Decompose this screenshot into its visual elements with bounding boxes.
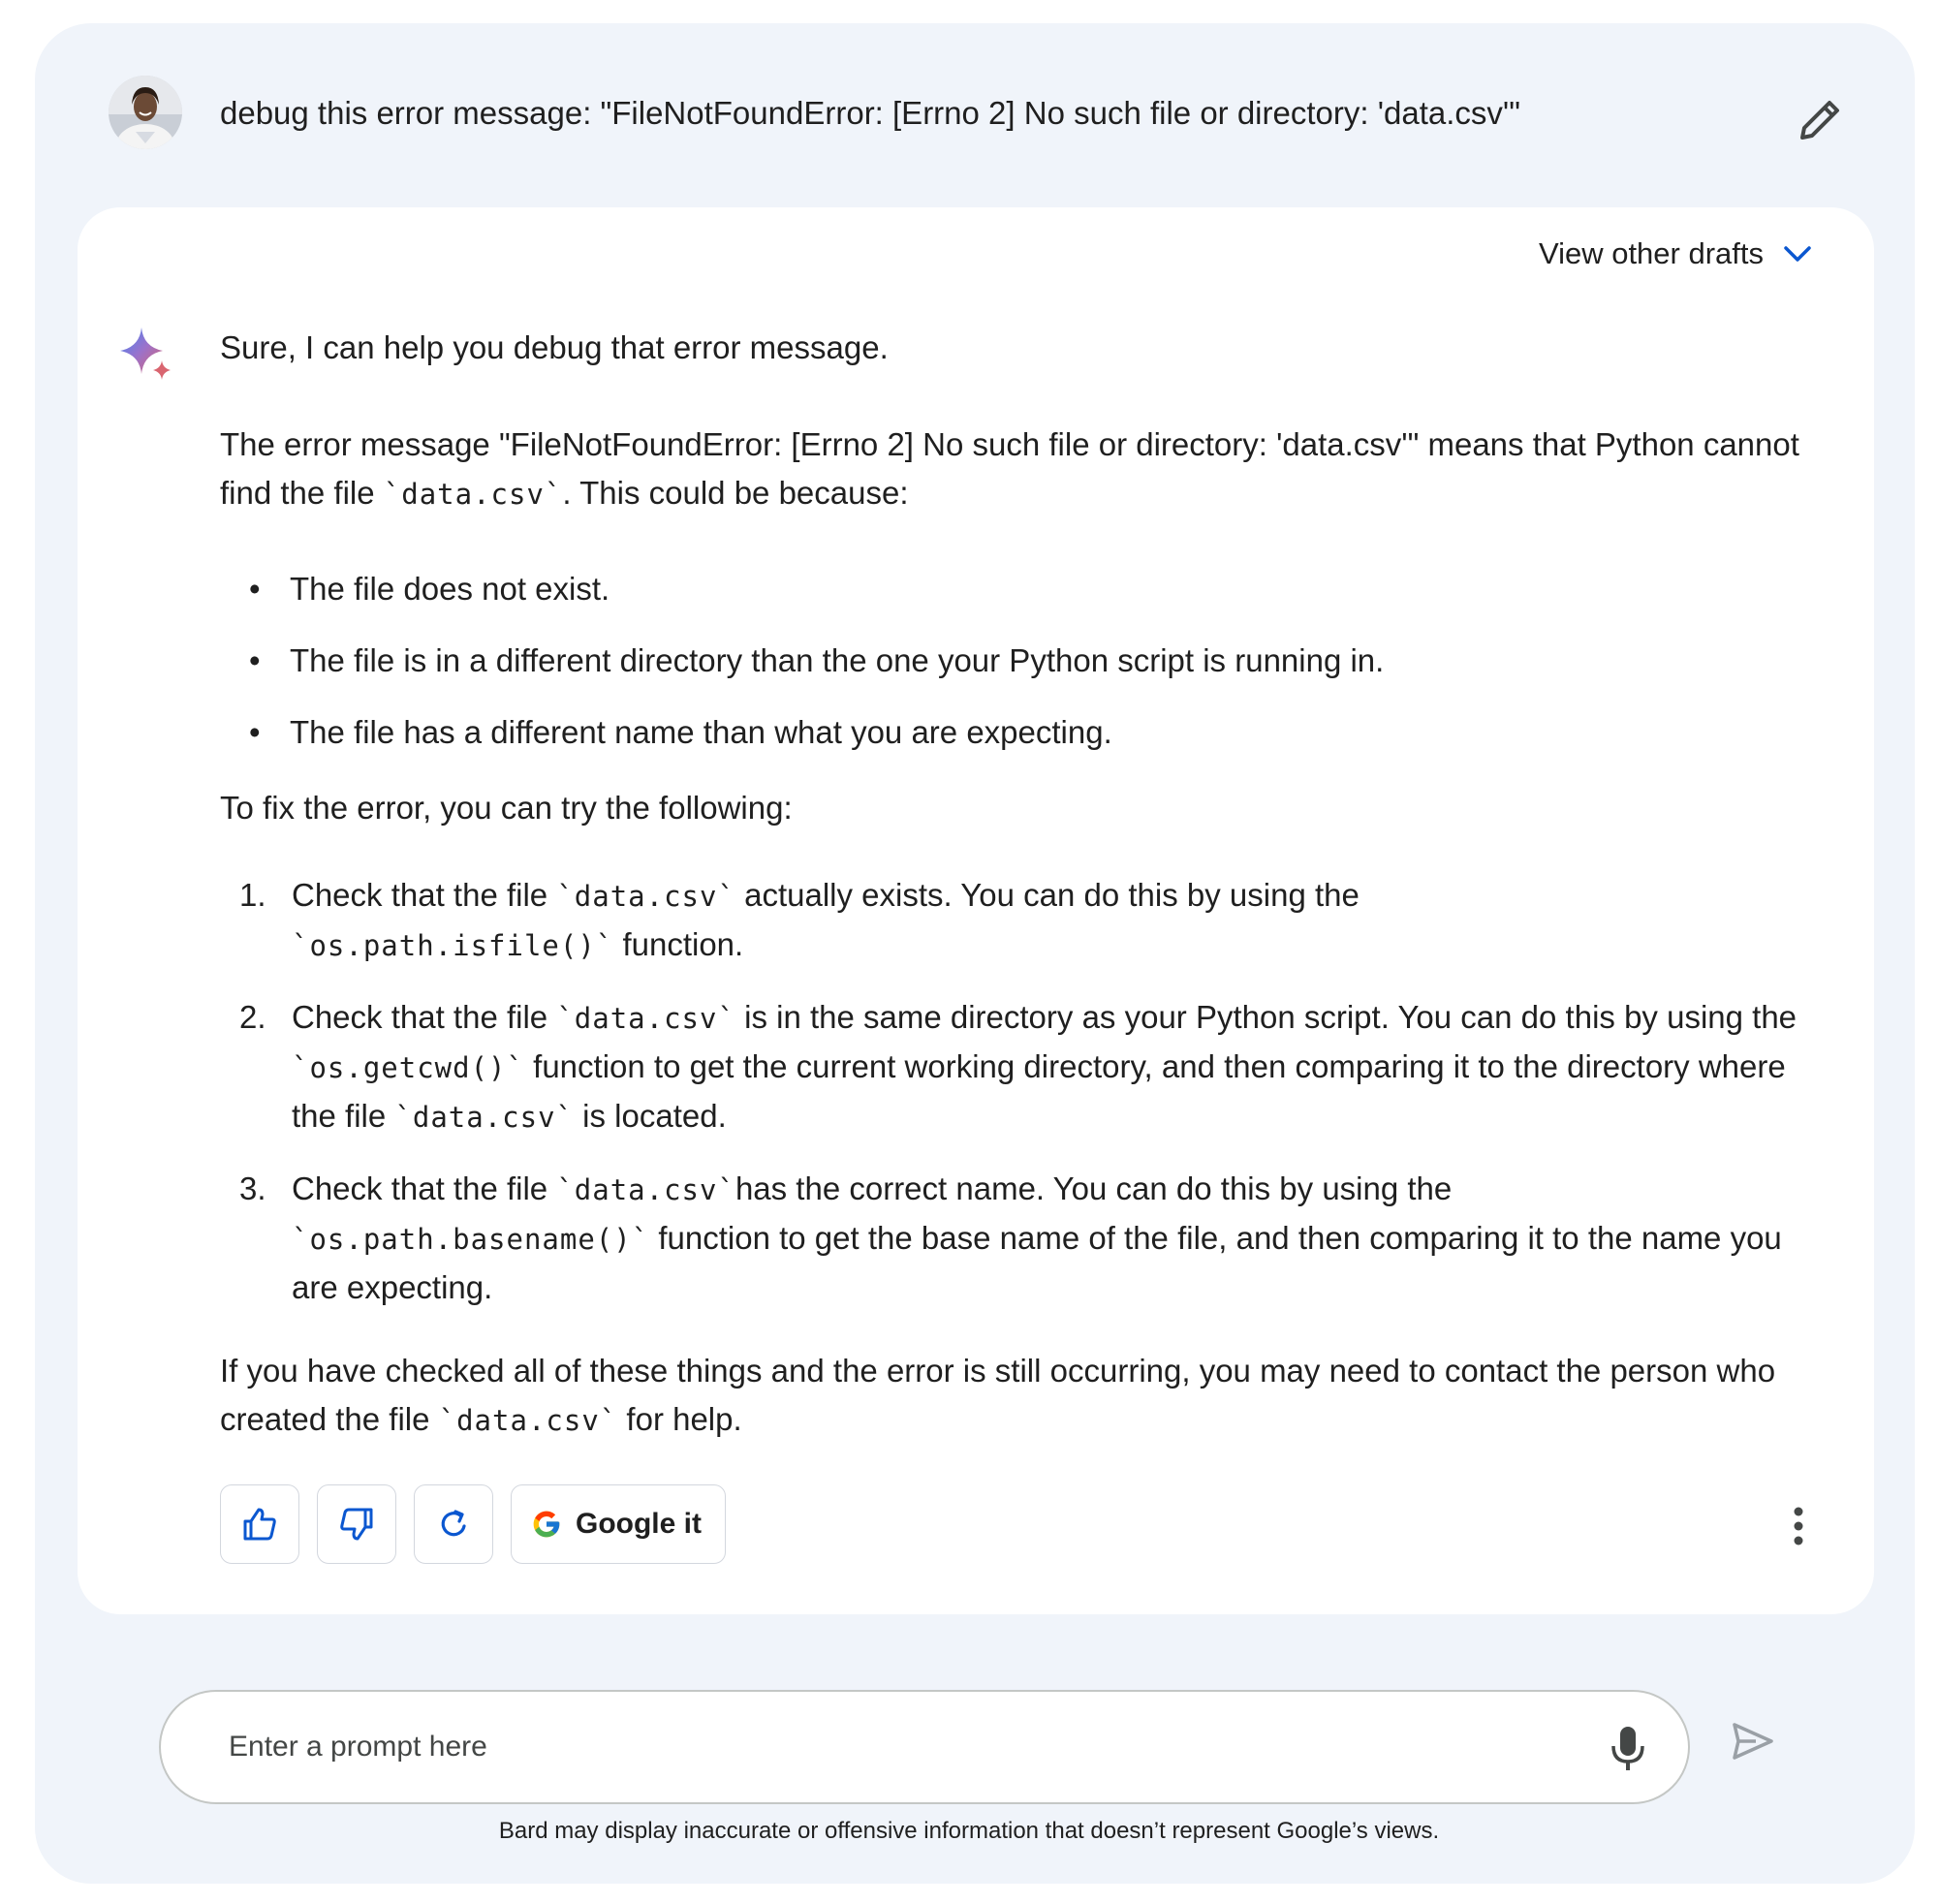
response-explanation: The error message "FileNotFoundError: [E… [220, 426, 1799, 511]
google-it-label: Google it [576, 1508, 702, 1540]
bard-sparkle-icon [120, 328, 171, 380]
inline-code: `os.path.basename()` [292, 1223, 650, 1256]
google-it-button[interactable]: Google it [511, 1484, 726, 1564]
list-item: 2. Check that the file `data.csv` is in … [239, 999, 1797, 1134]
thumbs-up-icon [243, 1508, 276, 1541]
list-item: The file does not exist. [220, 565, 1829, 613]
inline-code: `data.csv` [556, 1173, 735, 1206]
disclaimer-text: Bard may display inaccurate or offensive… [498, 1818, 1440, 1844]
thumbs-up-button[interactable] [220, 1484, 299, 1564]
inline-code: `os.path.isfile()` [292, 929, 614, 962]
fix-intro: To fix the error, you can try the follow… [220, 790, 793, 826]
edit-prompt-button[interactable] [1793, 93, 1847, 147]
list-item: 1. Check that the file `data.csv` actual… [239, 877, 1360, 962]
inline-code: `data.csv` [556, 1002, 735, 1035]
thumbs-down-button[interactable] [317, 1484, 396, 1564]
view-drafts-label: View other drafts [1538, 236, 1764, 270]
response-card: View other drafts Sure, I can help you d… [78, 207, 1874, 1614]
user-avatar [109, 76, 182, 149]
chevron-down-icon [1784, 246, 1811, 262]
more-options-button[interactable] [1779, 1504, 1818, 1548]
regenerate-button[interactable] [414, 1484, 493, 1564]
inline-code: `data.csv` [438, 1404, 618, 1437]
user-prompt-text: debug this error message: "FileNotFoundE… [220, 95, 1520, 131]
thumbs-down-icon [340, 1508, 373, 1541]
response-actions: Google it [220, 1484, 726, 1564]
list-item: The file is in a different directory tha… [220, 637, 1829, 685]
send-icon[interactable] [1731, 1719, 1775, 1764]
google-icon [533, 1511, 560, 1538]
list-item: 3. Check that the file `data.csv`has the… [239, 1170, 1782, 1305]
reasons-list: The file does not exist. The file is in … [220, 565, 1829, 757]
regenerate-icon [441, 1510, 466, 1537]
inline-code: `os.getcwd()` [292, 1051, 524, 1084]
inline-code: `data.csv` [394, 1101, 575, 1134]
response-intro: Sure, I can help you debug that error me… [220, 329, 889, 365]
more-vert-icon [1794, 1507, 1803, 1545]
prompt-input[interactable] [229, 1731, 1488, 1764]
inline-code: `data.csv` [383, 478, 563, 511]
fix-steps-list: 1. Check that the file `data.csv` actual… [220, 871, 1829, 1312]
prompt-input-bar [159, 1690, 1690, 1804]
inline-code: `data.csv` [556, 880, 735, 913]
microphone-icon[interactable] [1609, 1725, 1647, 1773]
pencil-icon [1800, 101, 1839, 140]
response-closing: If you have checked all of these things … [220, 1353, 1776, 1437]
list-item: The file has a different name than what … [220, 708, 1829, 757]
response-body: Sure, I can help you debug that error me… [220, 324, 1829, 1445]
view-other-drafts-toggle[interactable]: View other drafts [1539, 236, 1812, 271]
